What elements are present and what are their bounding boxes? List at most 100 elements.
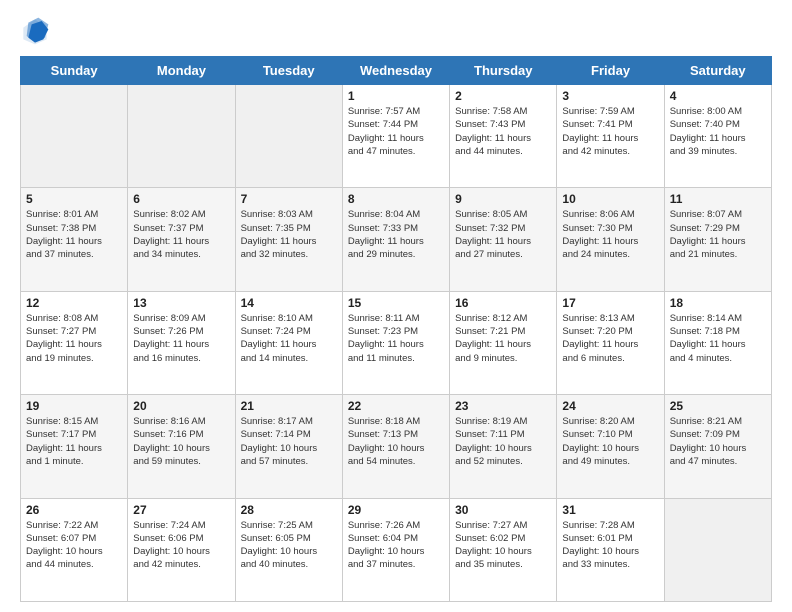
day-number: 8	[348, 192, 444, 206]
day-info: Sunrise: 8:02 AMSunset: 7:37 PMDaylight:…	[133, 208, 229, 261]
day-cell: 5 Sunrise: 8:01 AMSunset: 7:38 PMDaylight…	[21, 188, 128, 291]
day-info: Sunrise: 8:20 AMSunset: 7:10 PMDaylight:…	[562, 415, 658, 468]
day-cell	[664, 498, 771, 601]
day-info: Sunrise: 7:28 AMSunset: 6:01 PMDaylight:…	[562, 519, 658, 572]
day-info: Sunrise: 8:12 AMSunset: 7:21 PMDaylight:…	[455, 312, 551, 365]
day-cell: 22 Sunrise: 8:18 AMSunset: 7:13 PMDayligh…	[342, 395, 449, 498]
day-cell	[21, 85, 128, 188]
day-cell: 1 Sunrise: 7:57 AMSunset: 7:44 PMDaylight…	[342, 85, 449, 188]
day-info: Sunrise: 7:22 AMSunset: 6:07 PMDaylight:…	[26, 519, 122, 572]
day-number: 23	[455, 399, 551, 413]
day-info: Sunrise: 8:06 AMSunset: 7:30 PMDaylight:…	[562, 208, 658, 261]
weekday-header-row: SundayMondayTuesdayWednesdayThursdayFrid…	[21, 57, 772, 85]
weekday-header-wednesday: Wednesday	[342, 57, 449, 85]
day-number: 5	[26, 192, 122, 206]
day-number: 20	[133, 399, 229, 413]
day-cell: 19Sunrise: 8:15 AMSunset: 7:17 PMDayligh…	[21, 395, 128, 498]
day-number: 12	[26, 296, 122, 310]
day-info: Sunrise: 8:08 AMSunset: 7:27 PMDaylight:…	[26, 312, 122, 365]
day-number: 6	[133, 192, 229, 206]
day-cell: 24Sunrise: 8:20 AMSunset: 7:10 PMDayligh…	[557, 395, 664, 498]
header	[20, 16, 772, 46]
day-number: 25	[670, 399, 766, 413]
day-cell: 3 Sunrise: 7:59 AMSunset: 7:41 PMDaylight…	[557, 85, 664, 188]
day-number: 30	[455, 503, 551, 517]
day-info: Sunrise: 7:59 AMSunset: 7:41 PMDaylight:…	[562, 105, 658, 158]
day-cell: 7 Sunrise: 8:03 AMSunset: 7:35 PMDaylight…	[235, 188, 342, 291]
day-info: Sunrise: 7:27 AMSunset: 6:02 PMDaylight:…	[455, 519, 551, 572]
day-info: Sunrise: 8:15 AMSunset: 7:17 PMDaylight:…	[26, 415, 122, 468]
day-cell: 27 Sunrise: 7:24 AMSunset: 6:06 PMDayligh…	[128, 498, 235, 601]
logo	[20, 16, 54, 46]
day-cell: 15 Sunrise: 8:11 AMSunset: 7:23 PMDayligh…	[342, 291, 449, 394]
week-row-4: 19Sunrise: 8:15 AMSunset: 7:17 PMDayligh…	[21, 395, 772, 498]
day-cell: 25 Sunrise: 8:21 AMSunset: 7:09 PMDayligh…	[664, 395, 771, 498]
day-number: 28	[241, 503, 337, 517]
day-number: 26	[26, 503, 122, 517]
day-cell: 18Sunrise: 8:14 AMSunset: 7:18 PMDayligh…	[664, 291, 771, 394]
day-cell	[235, 85, 342, 188]
day-info: Sunrise: 8:04 AMSunset: 7:33 PMDaylight:…	[348, 208, 444, 261]
day-cell: 8 Sunrise: 8:04 AMSunset: 7:33 PMDaylight…	[342, 188, 449, 291]
weekday-header-sunday: Sunday	[21, 57, 128, 85]
day-info: Sunrise: 7:26 AMSunset: 6:04 PMDaylight:…	[348, 519, 444, 572]
day-cell: 10 Sunrise: 8:06 AMSunset: 7:30 PMDayligh…	[557, 188, 664, 291]
day-info: Sunrise: 8:05 AMSunset: 7:32 PMDaylight:…	[455, 208, 551, 261]
day-cell: 29 Sunrise: 7:26 AMSunset: 6:04 PMDayligh…	[342, 498, 449, 601]
day-cell: 20Sunrise: 8:16 AMSunset: 7:16 PMDayligh…	[128, 395, 235, 498]
day-number: 29	[348, 503, 444, 517]
logo-icon	[20, 16, 50, 46]
weekday-header-friday: Friday	[557, 57, 664, 85]
day-cell: 12 Sunrise: 8:08 AMSunset: 7:27 PMDayligh…	[21, 291, 128, 394]
day-info: Sunrise: 8:09 AMSunset: 7:26 PMDaylight:…	[133, 312, 229, 365]
day-number: 22	[348, 399, 444, 413]
day-info: Sunrise: 8:19 AMSunset: 7:11 PMDaylight:…	[455, 415, 551, 468]
day-number: 4	[670, 89, 766, 103]
day-number: 31	[562, 503, 658, 517]
day-number: 17	[562, 296, 658, 310]
day-number: 3	[562, 89, 658, 103]
day-number: 27	[133, 503, 229, 517]
day-info: Sunrise: 8:01 AMSunset: 7:38 PMDaylight:…	[26, 208, 122, 261]
day-number: 21	[241, 399, 337, 413]
day-cell: 30 Sunrise: 7:27 AMSunset: 6:02 PMDayligh…	[450, 498, 557, 601]
day-cell: 31 Sunrise: 7:28 AMSunset: 6:01 PMDayligh…	[557, 498, 664, 601]
day-number: 11	[670, 192, 766, 206]
day-info: Sunrise: 8:14 AMSunset: 7:18 PMDaylight:…	[670, 312, 766, 365]
day-cell: 11 Sunrise: 8:07 AMSunset: 7:29 PMDayligh…	[664, 188, 771, 291]
page: SundayMondayTuesdayWednesdayThursdayFrid…	[0, 0, 792, 612]
day-info: Sunrise: 7:24 AMSunset: 6:06 PMDaylight:…	[133, 519, 229, 572]
day-info: Sunrise: 8:13 AMSunset: 7:20 PMDaylight:…	[562, 312, 658, 365]
calendar-table: SundayMondayTuesdayWednesdayThursdayFrid…	[20, 56, 772, 602]
day-cell	[128, 85, 235, 188]
day-info: Sunrise: 8:18 AMSunset: 7:13 PMDaylight:…	[348, 415, 444, 468]
day-info: Sunrise: 8:03 AMSunset: 7:35 PMDaylight:…	[241, 208, 337, 261]
day-info: Sunrise: 8:10 AMSunset: 7:24 PMDaylight:…	[241, 312, 337, 365]
day-info: Sunrise: 7:57 AMSunset: 7:44 PMDaylight:…	[348, 105, 444, 158]
day-number: 7	[241, 192, 337, 206]
day-number: 10	[562, 192, 658, 206]
weekday-header-monday: Monday	[128, 57, 235, 85]
day-number: 15	[348, 296, 444, 310]
day-info: Sunrise: 8:21 AMSunset: 7:09 PMDaylight:…	[670, 415, 766, 468]
day-cell: 28 Sunrise: 7:25 AMSunset: 6:05 PMDayligh…	[235, 498, 342, 601]
day-info: Sunrise: 8:07 AMSunset: 7:29 PMDaylight:…	[670, 208, 766, 261]
day-cell: 17 Sunrise: 8:13 AMSunset: 7:20 PMDayligh…	[557, 291, 664, 394]
day-cell: 2Sunrise: 7:58 AMSunset: 7:43 PMDaylight…	[450, 85, 557, 188]
day-number: 2	[455, 89, 551, 103]
day-info: Sunrise: 8:11 AMSunset: 7:23 PMDaylight:…	[348, 312, 444, 365]
weekday-header-thursday: Thursday	[450, 57, 557, 85]
day-cell: 9 Sunrise: 8:05 AMSunset: 7:32 PMDaylight…	[450, 188, 557, 291]
day-info: Sunrise: 7:25 AMSunset: 6:05 PMDaylight:…	[241, 519, 337, 572]
day-number: 13	[133, 296, 229, 310]
day-cell: 16 Sunrise: 8:12 AMSunset: 7:21 PMDayligh…	[450, 291, 557, 394]
day-cell: 21Sunrise: 8:17 AMSunset: 7:14 PMDayligh…	[235, 395, 342, 498]
day-cell: 14Sunrise: 8:10 AMSunset: 7:24 PMDayligh…	[235, 291, 342, 394]
week-row-5: 26 Sunrise: 7:22 AMSunset: 6:07 PMDayligh…	[21, 498, 772, 601]
day-cell: 13 Sunrise: 8:09 AMSunset: 7:26 PMDayligh…	[128, 291, 235, 394]
day-number: 1	[348, 89, 444, 103]
weekday-header-tuesday: Tuesday	[235, 57, 342, 85]
day-cell: 23 Sunrise: 8:19 AMSunset: 7:11 PMDayligh…	[450, 395, 557, 498]
day-number: 16	[455, 296, 551, 310]
day-number: 9	[455, 192, 551, 206]
